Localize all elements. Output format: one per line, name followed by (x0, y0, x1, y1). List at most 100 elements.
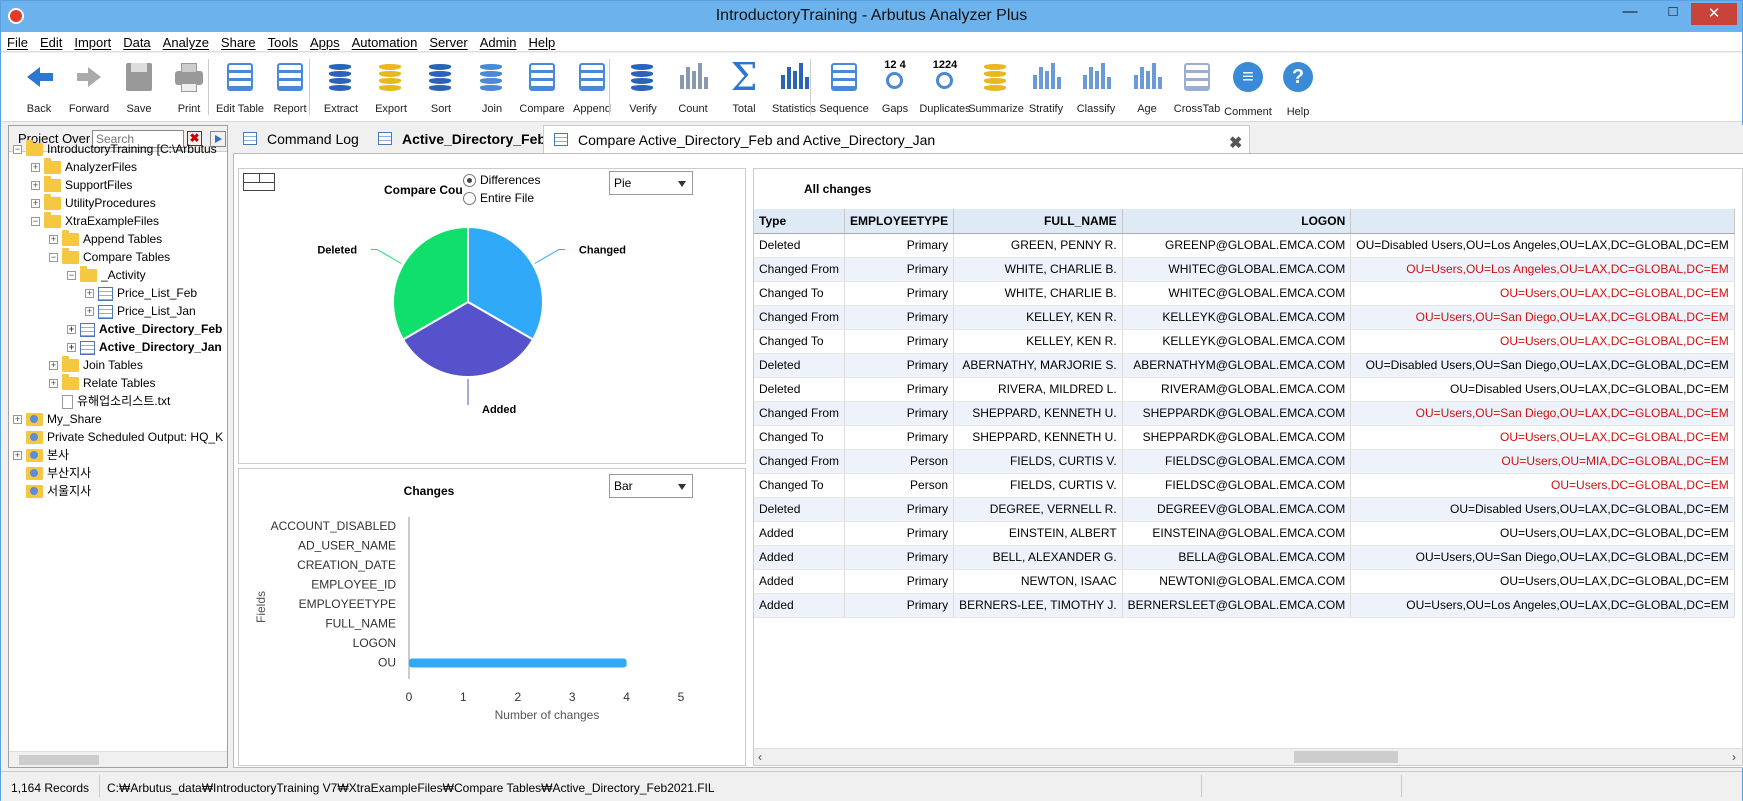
sort-button[interactable]: Sort (413, 59, 469, 115)
table-row[interactable]: Added Primary NEWTON, ISAAC NEWTONI@GLOBAL.… (754, 569, 1735, 594)
scroll-left-icon[interactable]: ‹ (758, 750, 762, 764)
menu-import[interactable]: Import (68, 32, 117, 52)
extract-button[interactable]: Extract (313, 59, 369, 115)
tree-item[interactable]: + Active_Directory_Feb (67, 321, 222, 338)
append-button[interactable]: Append (564, 59, 620, 115)
grid-horizontal-scrollbar[interactable]: ‹ › (754, 748, 1742, 765)
tree-item[interactable]: Private Scheduled Output: HQ_K (13, 429, 223, 446)
tree-item[interactable]: 유해업소리스트.txt (49, 393, 170, 410)
tree-item[interactable]: + Active_Directory_Jan (67, 339, 222, 356)
count-button[interactable]: Count (665, 59, 721, 115)
table-row[interactable]: Changed From Primary SHEPPARD, KENNETH U. S… (754, 401, 1735, 426)
menu-automation[interactable]: Automation (346, 32, 424, 52)
tree-item[interactable]: − XtraExampleFiles (31, 212, 159, 230)
table-row[interactable]: Deleted Primary GREEN, PENNY R. GREENP@GLOB… (754, 233, 1735, 258)
expand-toggle-icon[interactable]: + (49, 361, 58, 371)
expand-toggle-icon[interactable]: + (31, 181, 40, 191)
tree-item[interactable]: + UtilityProcedures (31, 194, 156, 212)
table-row[interactable]: Deleted Primary RIVERA, MILDRED L. RIVERAM@… (754, 377, 1735, 402)
tree-item[interactable]: 서울지사 (13, 483, 91, 500)
column-header[interactable]: FULL_NAME (953, 209, 1123, 234)
table-row[interactable]: Deleted Primary DEGREE, VERNELL R. DEGREEV@… (754, 497, 1735, 522)
expand-toggle-icon[interactable]: + (31, 199, 40, 209)
expand-toggle-icon[interactable]: − (49, 253, 58, 263)
column-header[interactable]: LOGON (1122, 209, 1352, 234)
expand-toggle-icon[interactable]: − (13, 145, 22, 155)
expand-toggle-icon[interactable]: + (49, 379, 58, 389)
menu-file[interactable]: File (1, 32, 34, 52)
duplicates-button[interactable]: 1224 Duplicates (917, 59, 973, 115)
scrollbar-thumb[interactable] (1294, 751, 1398, 763)
age-button[interactable]: Age (1119, 59, 1175, 115)
save-button[interactable]: Save (111, 59, 167, 115)
menu-tools[interactable]: Tools (262, 32, 304, 52)
expand-toggle-icon[interactable]: + (85, 289, 94, 299)
forward-button[interactable]: Forward (61, 59, 117, 115)
table-row[interactable]: Added Primary BELL, ALEXANDER G. BELLA@GLOB… (754, 545, 1735, 570)
edit-table-button[interactable]: Edit Table (212, 59, 268, 115)
table-row[interactable]: Changed To Primary WHITE, CHARLIE B. WHITEC… (754, 281, 1735, 306)
expand-toggle-icon[interactable]: + (13, 415, 22, 425)
gaps-button[interactable]: 12 4 Gaps (867, 59, 923, 115)
table-row[interactable]: Changed To Primary KELLEY, KEN R. KELLEYK@G… (754, 329, 1735, 354)
tree-item[interactable]: − Compare Tables (49, 248, 170, 266)
maximize-button[interactable]: □ (1656, 3, 1690, 20)
tab-command-log[interactable]: Command Log (233, 125, 363, 153)
table-row[interactable]: Changed To Person FIELDS, CURTIS V. FIELDSC… (754, 473, 1735, 498)
close-window-button[interactable]: ✕ (1691, 3, 1737, 25)
menu-server[interactable]: Server (423, 32, 473, 52)
comment-button[interactable]: ≡ Comment (1220, 59, 1276, 118)
tree-item[interactable]: + 본사 (13, 447, 69, 464)
expand-toggle-icon[interactable]: − (67, 271, 76, 281)
expand-toggle-icon[interactable]: + (13, 451, 22, 461)
expand-toggle-icon[interactable]: + (67, 325, 76, 335)
verify-button[interactable]: Verify (615, 59, 671, 115)
column-header[interactable]: Type (754, 209, 846, 234)
statistics-button[interactable]: Statistics (766, 59, 822, 115)
tab-active-directory-feb[interactable]: Active_Directory_Feb (368, 125, 546, 153)
menu-help[interactable]: Help (523, 32, 562, 52)
table-row[interactable]: Added Primary BERNERS-LEE, TIMOTHY J. BERNE… (754, 593, 1735, 618)
tree-item[interactable]: + AnalyzerFiles (31, 158, 137, 176)
table-row[interactable]: Changed To Primary SHEPPARD, KENNETH U. SHE… (754, 425, 1735, 450)
table-row[interactable]: Deleted Primary ABERNATHY, MARJORIE S. ABER… (754, 353, 1735, 378)
back-button[interactable]: Back (11, 59, 67, 115)
column-header[interactable] (1350, 209, 1735, 234)
project-horizontal-scrollbar[interactable] (9, 751, 227, 767)
classify-button[interactable]: Classify (1068, 59, 1124, 115)
bar-ou[interactable] (409, 658, 627, 668)
menu-edit[interactable]: Edit (34, 32, 68, 52)
total-button[interactable]: Σ Total (716, 58, 772, 115)
crosstab-button[interactable]: CrossTab (1169, 59, 1225, 115)
tree-item[interactable]: + My_Share (13, 411, 102, 428)
column-header[interactable]: EMPLOYEETYPE (844, 209, 955, 234)
tree-item[interactable]: + Append Tables (49, 230, 162, 248)
tree-item[interactable]: 부산지사 (13, 465, 91, 482)
table-row[interactable]: Added Primary EINSTEIN, ALBERT EINSTEINA@GL… (754, 521, 1735, 546)
expand-toggle-icon[interactable]: + (85, 307, 94, 317)
export-button[interactable]: Export (363, 59, 419, 115)
join-button[interactable]: Join (464, 59, 520, 115)
compare-button[interactable]: Compare (514, 59, 570, 115)
tab-compare[interactable]: Compare Active_Directory_Feb and Active_… (543, 125, 1250, 153)
summarize-button[interactable]: Summarize (968, 59, 1024, 115)
expand-toggle-icon[interactable]: + (49, 235, 58, 245)
expand-toggle-icon[interactable]: + (67, 343, 76, 353)
menu-data[interactable]: Data (117, 32, 156, 52)
stratify-button[interactable]: Stratify (1018, 59, 1074, 115)
menu-analyze[interactable]: Analyze (157, 32, 215, 52)
tree-item[interactable]: + Price_List_Jan (85, 303, 196, 320)
table-row[interactable]: Changed From Person FIELDS, CURTIS V. FIELD… (754, 449, 1735, 474)
tree-item[interactable]: + Relate Tables (49, 374, 156, 392)
menu-share[interactable]: Share (215, 32, 262, 52)
menu-admin[interactable]: Admin (474, 32, 523, 52)
scrollbar-thumb[interactable] (19, 755, 99, 765)
scroll-right-icon[interactable]: › (1732, 750, 1736, 764)
expand-toggle-icon[interactable]: + (31, 163, 40, 173)
menu-apps[interactable]: Apps (304, 32, 346, 52)
tree-item[interactable]: − _Activity (67, 266, 146, 284)
tree-item[interactable]: − IntroductoryTraining [C:\Arbutus (13, 140, 217, 158)
tree-item[interactable]: + SupportFiles (31, 176, 132, 194)
help-button[interactable]: ? Help (1270, 59, 1326, 118)
tree-item[interactable]: + Price_List_Feb (85, 285, 197, 302)
